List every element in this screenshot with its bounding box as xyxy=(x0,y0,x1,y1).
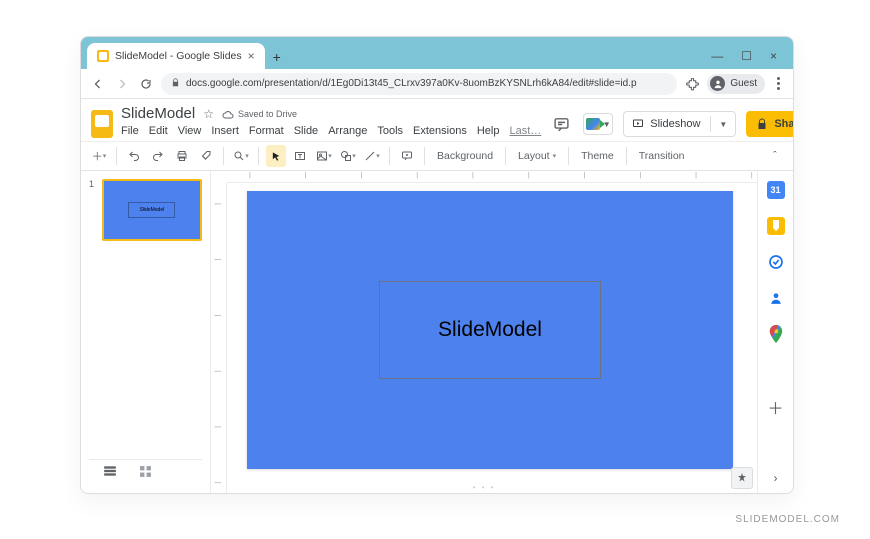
layout-button[interactable]: Layout▾ xyxy=(513,150,561,162)
background-button[interactable]: Background xyxy=(432,150,498,162)
url-field[interactable]: docs.google.com/presentation/d/1Eg0Di13t… xyxy=(161,73,677,95)
tab-close-icon[interactable]: × xyxy=(248,49,255,63)
last-edit[interactable]: Last… xyxy=(509,125,541,137)
share-label: Share xyxy=(774,118,794,130)
nav-forward-button[interactable] xyxy=(113,75,131,93)
slides-logo-icon[interactable] xyxy=(91,107,113,141)
theme-button[interactable]: Theme xyxy=(576,150,619,162)
menu-help[interactable]: Help xyxy=(477,125,500,137)
window-minimize-icon[interactable]: — xyxy=(711,49,723,63)
browser-titlebar: SlideModel - Google Slides × + — ☐ × xyxy=(81,37,793,69)
url-text: docs.google.com/presentation/d/1Eg0Di13t… xyxy=(186,78,637,89)
address-bar: docs.google.com/presentation/d/1Eg0Di13t… xyxy=(81,69,793,99)
comment-history-icon[interactable] xyxy=(549,112,573,136)
slide-number: 1 xyxy=(89,179,97,241)
calendar-icon[interactable]: 31 xyxy=(767,181,785,199)
filmstrip: 1 SlideModel xyxy=(81,171,211,493)
menu-bar: File Edit View Insert Format Slide Arran… xyxy=(121,125,541,137)
comment-button[interactable] xyxy=(397,145,417,167)
menu-format[interactable]: Format xyxy=(249,125,284,137)
slide[interactable]: SlideModel xyxy=(247,191,733,469)
guest-label: Guest xyxy=(730,78,757,89)
zoom-button[interactable]: ▾ xyxy=(231,145,251,167)
share-button[interactable]: Share xyxy=(746,111,794,137)
meet-button[interactable]: ▼ xyxy=(583,113,613,135)
select-tool[interactable] xyxy=(266,145,286,167)
browser-menu-icon[interactable] xyxy=(771,77,785,90)
meet-icon xyxy=(586,118,600,130)
slides-favicon-icon xyxy=(97,50,109,62)
maps-icon[interactable] xyxy=(767,325,785,343)
nav-back-button[interactable] xyxy=(89,75,107,93)
browser-tab[interactable]: SlideModel - Google Slides × xyxy=(87,43,265,69)
horizontal-ruler[interactable]: | | | | | | | | | | | | | | | | | | xyxy=(227,171,757,183)
explore-button[interactable] xyxy=(731,467,753,489)
browser-window: SlideModel - Google Slides × + — ☐ × doc… xyxy=(80,36,794,494)
side-panel-rail: 31 ＋ › xyxy=(757,171,793,493)
chevron-down-icon[interactable]: ▼ xyxy=(717,120,729,129)
textbox-tool[interactable] xyxy=(290,145,310,167)
menu-tools[interactable]: Tools xyxy=(377,125,403,137)
tab-title: SlideModel - Google Slides xyxy=(115,50,242,62)
profile-guest[interactable]: Guest xyxy=(707,74,765,94)
window-maximize-icon[interactable]: ☐ xyxy=(741,49,752,63)
menu-insert[interactable]: Insert xyxy=(211,125,239,137)
keep-icon[interactable] xyxy=(767,217,785,235)
print-button[interactable] xyxy=(172,145,192,167)
line-tool[interactable]: ▾ xyxy=(362,145,382,167)
slide-thumbnail[interactable]: SlideModel xyxy=(102,179,202,241)
menu-file[interactable]: File xyxy=(121,125,139,137)
shape-tool[interactable]: ▾ xyxy=(338,145,358,167)
filmstrip-slide[interactable]: 1 SlideModel xyxy=(89,179,202,241)
redo-button[interactable] xyxy=(148,145,168,167)
speaker-notes-handle[interactable]: • • • xyxy=(473,483,496,492)
undo-button[interactable] xyxy=(124,145,144,167)
menu-extensions[interactable]: Extensions xyxy=(413,125,467,137)
tasks-icon[interactable] xyxy=(767,253,785,271)
thumb-text: SlideModel xyxy=(128,202,175,218)
contacts-icon[interactable] xyxy=(767,289,785,307)
new-tab-button[interactable]: + xyxy=(265,45,289,69)
avatar-icon xyxy=(710,76,725,91)
app-header: SlideModel ☆ Saved to Drive File Edit Vi… xyxy=(81,99,793,141)
filmstrip-footer xyxy=(89,459,202,485)
nav-reload-button[interactable] xyxy=(137,75,155,93)
slide-stage[interactable]: SlideModel xyxy=(247,191,733,469)
toolbar: ＋▾ ▾ ▾ ▾ ▾ Background Layout▾ Theme Tran… xyxy=(81,141,793,171)
extensions-icon[interactable] xyxy=(683,75,701,93)
drive-status[interactable]: Saved to Drive xyxy=(222,109,297,119)
vertical-ruler[interactable]: | | | | | | | | | | | xyxy=(211,183,227,493)
addons-button[interactable]: ＋ xyxy=(767,395,783,419)
collapse-rail-icon[interactable]: › xyxy=(774,471,778,485)
menu-edit[interactable]: Edit xyxy=(149,125,168,137)
star-icon[interactable]: ☆ xyxy=(203,107,214,121)
doc-title[interactable]: SlideModel xyxy=(121,105,195,122)
transition-button[interactable]: Transition xyxy=(634,150,690,162)
slideshow-button[interactable]: Slideshow ▼ xyxy=(623,111,736,137)
paint-format-button[interactable] xyxy=(196,145,216,167)
window-close-icon[interactable]: × xyxy=(770,49,777,63)
toolbar-overflow-icon[interactable]: ˆ xyxy=(765,145,785,167)
menu-view[interactable]: View xyxy=(178,125,202,137)
filmstrip-view-icon[interactable] xyxy=(103,465,117,480)
menu-arrange[interactable]: Arrange xyxy=(328,125,367,137)
watermark: SLIDEMODEL.COM xyxy=(735,514,840,525)
window-controls: — ☐ × xyxy=(711,49,787,69)
menu-slide[interactable]: Slide xyxy=(294,125,318,137)
slide-canvas: | | | | | | | | | | | | | | | | | | | | … xyxy=(211,171,757,493)
grid-view-icon[interactable] xyxy=(139,465,152,481)
lock-icon xyxy=(171,78,180,90)
new-slide-button[interactable]: ＋▾ xyxy=(89,145,109,167)
slideshow-label: Slideshow xyxy=(650,118,700,130)
image-tool[interactable]: ▾ xyxy=(314,145,334,167)
main-area: 1 SlideModel | | | | | | | | | | | | | |… xyxy=(81,171,793,493)
title-textbox[interactable]: SlideModel xyxy=(379,281,601,379)
